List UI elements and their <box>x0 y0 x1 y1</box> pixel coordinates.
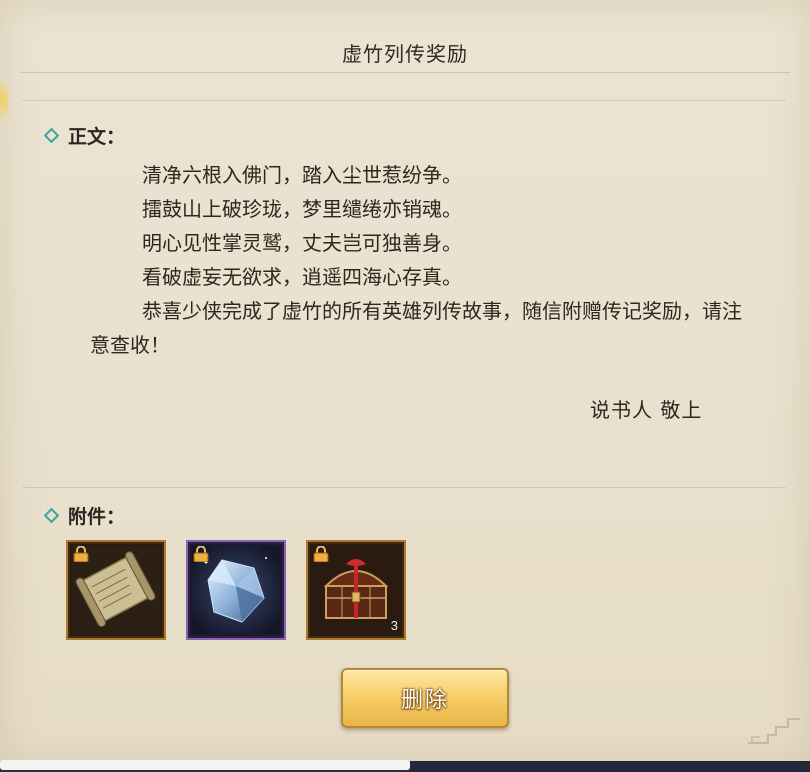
lock-icon <box>313 546 329 562</box>
item-count: 3 <box>390 618 398 633</box>
delete-button[interactable]: 删除 <box>341 668 509 728</box>
diamond-bullet-icon <box>43 507 60 524</box>
attachment-list: 3 <box>66 540 406 640</box>
congrats-paragraph: 恭喜少侠完成了虚竹的所有英雄列传故事，随信附赠传记奖励，请注意查收！ <box>90 299 742 357</box>
attachment-item-scroll[interactable] <box>66 540 166 640</box>
background-strip <box>410 761 810 772</box>
mail-signature: 说书人 敬上 <box>590 398 703 422</box>
mail-body: 清净六根入佛门，踏入尘世惹纷争。 擂鼓山上破珍珑，梦里缱绻亦销魂。 明心见性掌灵… <box>90 158 750 362</box>
title-bar: 虚竹列传奖励 <box>20 10 790 73</box>
mail-title: 虚竹列传奖励 <box>342 42 468 66</box>
attachments-label: 附件： <box>68 506 126 528</box>
progress-strip <box>0 760 410 770</box>
corner-ornament-icon <box>748 718 800 744</box>
body-section-header: 正文： <box>43 122 126 149</box>
poem-line: 擂鼓山上破珍珑，梦里缱绻亦销魂。 <box>142 197 462 221</box>
attachment-item-chest[interactable]: 3 <box>306 540 406 640</box>
lock-icon <box>193 546 209 562</box>
edge-glow <box>0 70 8 130</box>
poem-line: 明心见性掌灵鹫，丈夫岂可独善身。 <box>142 231 462 255</box>
poem-line: 看破虚妄无欲求，逍遥四海心存真。 <box>142 265 462 289</box>
attachment-item-crystal[interactable] <box>186 540 286 640</box>
body-section-label: 正文： <box>68 126 126 148</box>
attachments-section-header: 附件： <box>43 502 126 529</box>
poem-line: 清净六根入佛门，踏入尘世惹纷争。 <box>142 163 462 187</box>
lock-icon <box>73 546 89 562</box>
diamond-bullet-icon <box>43 127 60 144</box>
mail-panel: 虚竹列传奖励 正文： 清净六根入佛门，踏入尘世惹纷争。 擂鼓山上破珍珑，梦里缱绻… <box>0 0 810 765</box>
